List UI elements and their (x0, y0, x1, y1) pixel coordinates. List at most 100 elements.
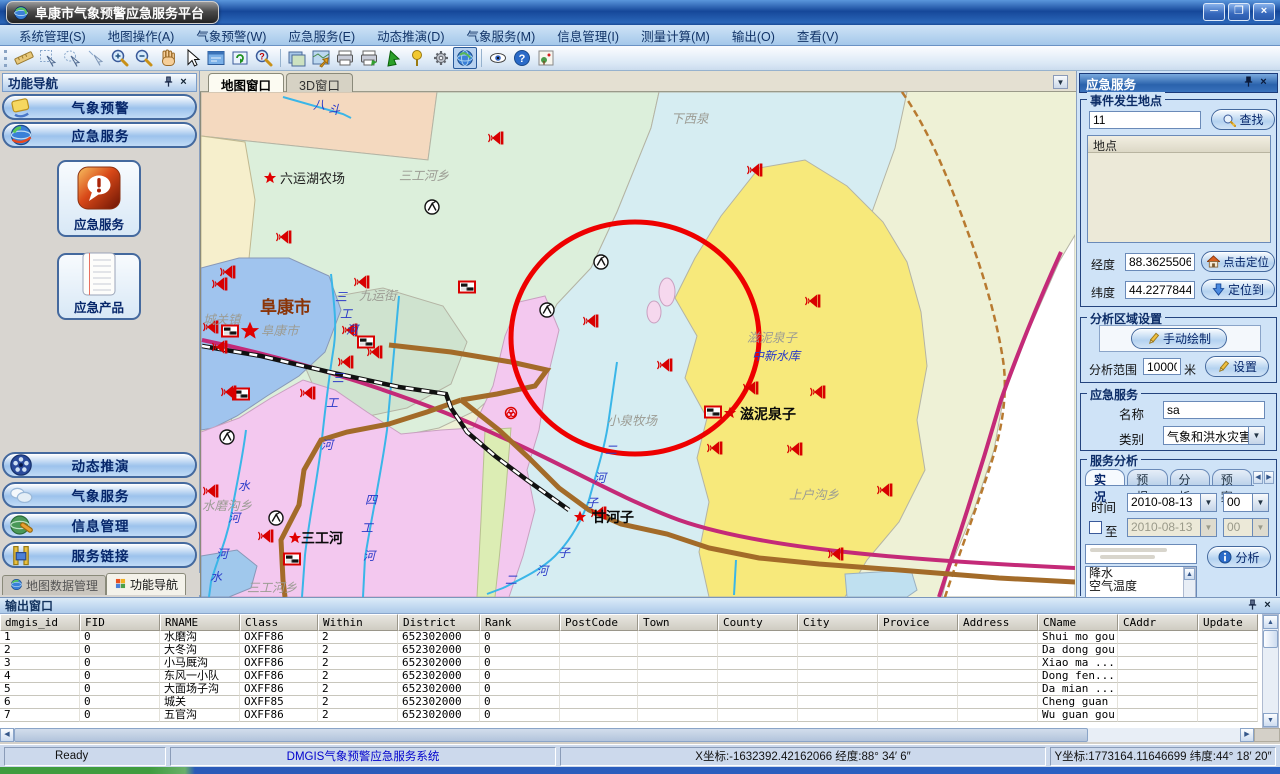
tool-layers-button[interactable] (285, 47, 309, 69)
service-name-input[interactable] (1163, 401, 1265, 419)
output-table[interactable]: dmgis_idFIDRNAMEClassWithinDistrictRankP… (0, 614, 1262, 726)
selected-elements-box[interactable] (1085, 544, 1197, 564)
column-header-dmgis_id[interactable]: dmgis_id (0, 614, 80, 631)
hour-select[interactable]: 00▼ (1223, 493, 1269, 512)
tool-select-area-button[interactable] (36, 47, 60, 69)
tool-full-extent-button[interactable] (204, 47, 228, 69)
camp-marker-icon[interactable] (220, 430, 234, 444)
tool-zoom-out-button[interactable] (132, 47, 156, 69)
menu-item-4[interactable]: 应急服务(E) (277, 24, 366, 47)
location-search-input[interactable] (1089, 111, 1201, 129)
analyze-button[interactable]: 分析 (1207, 546, 1271, 568)
camp-marker-icon[interactable] (594, 255, 608, 269)
column-header-provice[interactable]: Provice (878, 614, 958, 631)
tool-help-button[interactable]: ? (510, 47, 534, 69)
dam-marker-icon[interactable] (222, 326, 238, 337)
element-listbox[interactable]: 降水空气温度 ▲ (1085, 566, 1197, 597)
map-canvas[interactable]: 六运湖农场三工河乡下西泉九运街阜康市城关镇阜康市滋泥泉子中新水库滋泥泉子小泉牧场… (200, 92, 1076, 597)
pin-icon[interactable] (1241, 76, 1256, 90)
tool-pointer-button[interactable] (180, 47, 204, 69)
notepad-button[interactable]: 应急产品 (57, 253, 141, 320)
menu-item-9[interactable]: 输出(O) (721, 24, 786, 47)
scrollbar-thumb[interactable] (1263, 630, 1278, 648)
nav-group-globe-swoosh[interactable]: 应急服务 (2, 122, 197, 148)
tool-green-pointer-button[interactable] (381, 47, 405, 69)
column-header-caddr[interactable]: CAddr (1118, 614, 1198, 631)
nav-group-film-reel[interactable]: 动态推演 (2, 452, 197, 478)
menu-item-8[interactable]: 测量计算(M) (630, 24, 721, 47)
column-header-update[interactable]: Update (1198, 614, 1258, 631)
map-window-list-dropdown-icon[interactable]: ▼ (1053, 75, 1068, 89)
nav-group-clouds[interactable]: 气象服务 (2, 482, 197, 508)
scroll-up-icon[interactable]: ▲ (1263, 615, 1278, 629)
column-header-district[interactable]: District (398, 614, 480, 631)
map-tab-map-window[interactable]: 地图窗口 (208, 73, 284, 92)
output-horizontal-scrollbar[interactable]: ◀ ▶ (0, 728, 1280, 742)
left-panel-tab-globe-small[interactable]: 地图数据管理 (2, 575, 106, 595)
column-header-within[interactable]: Within (318, 614, 398, 631)
table-row[interactable]: 30小马厩沟OXFF8626523020000Xiao ma ... (0, 657, 1262, 670)
scroll-left-icon[interactable]: ◀ (0, 728, 14, 742)
tool-zoom-in-button[interactable] (108, 47, 132, 69)
close-button[interactable]: × (1253, 3, 1275, 21)
date-select[interactable]: 2010-08-13▼ (1127, 493, 1217, 512)
dam-marker-icon[interactable] (705, 407, 721, 418)
tool-globe-active-button[interactable] (453, 47, 477, 69)
table-row[interactable]: 70五官沟OXFF8626523020000Wu guan gou (0, 709, 1262, 722)
tool-pan-hand-button[interactable] (156, 47, 180, 69)
table-row[interactable]: 60城关OXFF8526523020000Cheng guan (0, 696, 1262, 709)
tool-print-button[interactable] (333, 47, 357, 69)
goto-location-button[interactable]: 定位到 (1201, 279, 1275, 300)
search-button[interactable]: 查找 (1211, 109, 1275, 130)
element-list-item[interactable]: 空气温度 (1086, 580, 1183, 593)
menu-item-1[interactable]: 系统管理(S) (8, 24, 97, 47)
camp-marker-icon[interactable] (425, 200, 439, 214)
service-type-select[interactable]: 气象和洪水灾害 ▼ (1163, 426, 1265, 445)
menu-item-6[interactable]: 气象服务(M) (456, 24, 547, 47)
table-row[interactable]: 10水磨沟OXFF8626523020000Shui mo gou (0, 631, 1262, 644)
pin-icon[interactable] (1245, 599, 1260, 613)
menu-item-7[interactable]: 信息管理(I) (546, 24, 630, 47)
tool-select-lasso-button[interactable] (60, 47, 84, 69)
emergency-alert-button[interactable]: 应急服务 (57, 160, 141, 237)
menu-item-3[interactable]: 气象预警(W) (185, 24, 277, 47)
menu-item-2[interactable]: 地图操作(A) (97, 24, 186, 47)
nav-group-link-poles[interactable]: 服务链接 (2, 542, 197, 568)
tool-measure-button[interactable] (12, 47, 36, 69)
manual-draw-button[interactable]: 手动绘制 (1131, 328, 1227, 349)
column-header-class[interactable]: Class (240, 614, 318, 631)
column-header-postcode[interactable]: PostCode (560, 614, 638, 631)
analysis-range-input[interactable] (1143, 358, 1181, 375)
set-range-button[interactable]: 设置 (1205, 356, 1269, 377)
dam-marker-icon[interactable] (358, 337, 374, 348)
menu-item-10[interactable]: 查看(V) (786, 24, 850, 47)
table-row[interactable]: 20大冬沟OXFF8626523020000Da dong gou (0, 644, 1262, 657)
left-panel-tab-window-small[interactable]: 功能导航 (106, 573, 186, 595)
restore-button[interactable]: ❐ (1228, 3, 1250, 21)
scroll-right-icon[interactable]: ▶ (1240, 728, 1254, 742)
output-vertical-scrollbar[interactable]: ▲ ▼ (1262, 614, 1279, 728)
analysis-tab-4[interactable]: 预案 (1212, 469, 1252, 485)
chevron-down-icon[interactable]: ▼ (1252, 494, 1268, 511)
dam-marker-icon[interactable] (459, 282, 475, 293)
tool-map-export-button[interactable] (309, 47, 333, 69)
column-header-cname[interactable]: CName (1038, 614, 1118, 631)
tool-identify-button[interactable]: ? (252, 47, 276, 69)
tool-select-arrow-button[interactable] (84, 47, 108, 69)
table-row[interactable]: 40东风一小队OXFF8626523020000Dong fen... (0, 670, 1262, 683)
close-icon[interactable]: × (1256, 76, 1271, 90)
tool-eye-button[interactable] (486, 47, 510, 69)
scroll-up-icon[interactable]: ▲ (1184, 568, 1195, 580)
nav-group-globe-tools[interactable]: 信息管理 (2, 512, 197, 538)
column-header-rname[interactable]: RNAME (160, 614, 240, 631)
analysis-tab-3[interactable]: 分析 (1170, 469, 1210, 485)
click-locate-button[interactable]: 点击定位 (1201, 251, 1275, 272)
tool-settings-gear-button[interactable] (429, 47, 453, 69)
location-results-list[interactable]: 地点 (1087, 135, 1271, 243)
map-tab-3d-window[interactable]: 3D窗口 (286, 73, 353, 92)
pin-icon[interactable] (161, 76, 176, 90)
minimize-button[interactable]: ─ (1203, 3, 1225, 21)
close-icon[interactable]: × (176, 76, 191, 90)
dam-marker-icon[interactable] (284, 554, 300, 565)
tab-scroll-left-icon[interactable]: ◀ (1253, 471, 1263, 484)
